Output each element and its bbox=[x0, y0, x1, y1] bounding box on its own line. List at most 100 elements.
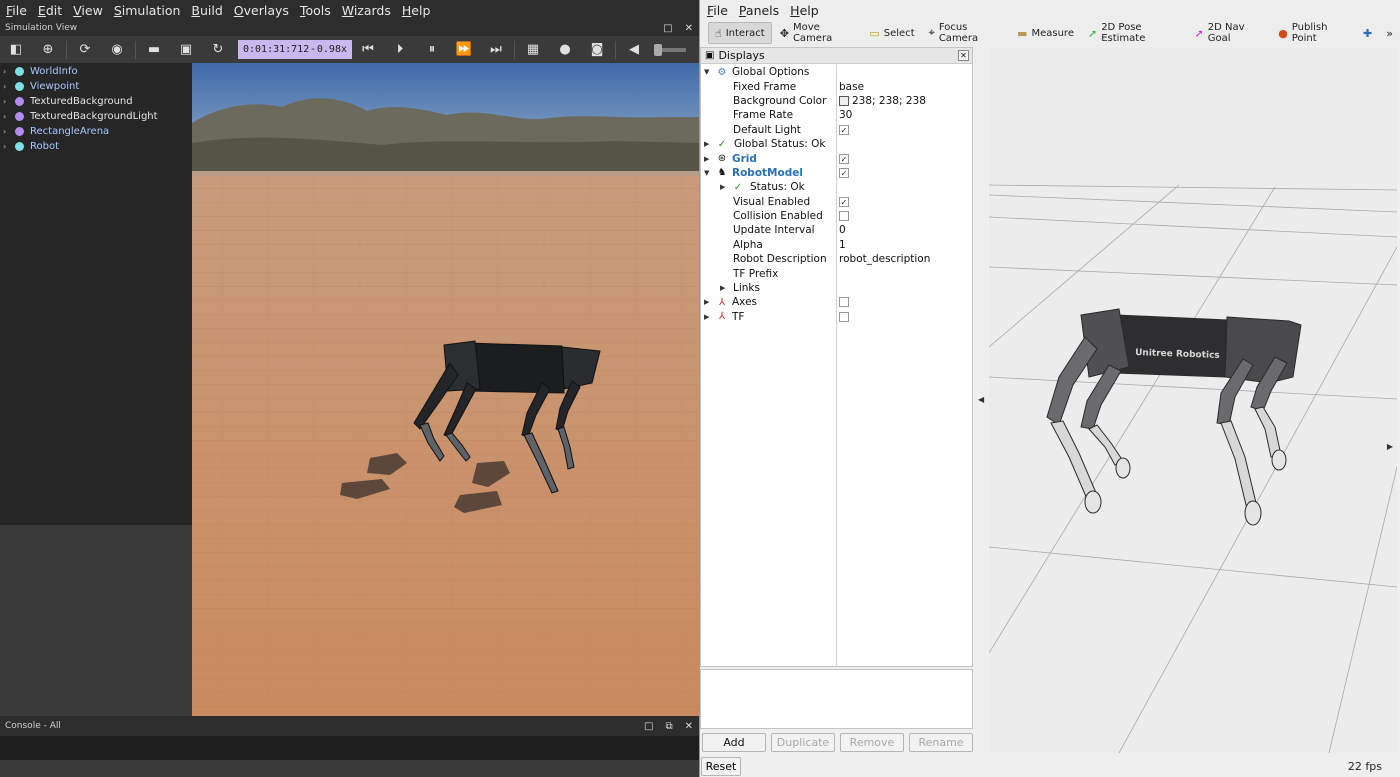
add-node-icon[interactable]: ⊕ bbox=[32, 36, 64, 63]
fixed-frame-value[interactable]: base bbox=[839, 81, 864, 93]
float-icon[interactable]: □ bbox=[663, 23, 672, 34]
row-update-interval[interactable]: Update Interval 0 bbox=[701, 223, 972, 237]
volume-slider[interactable] bbox=[654, 43, 686, 56]
tree-item-viewpoint[interactable]: › Viewpoint bbox=[0, 79, 192, 94]
axes-checkbox[interactable] bbox=[839, 297, 849, 308]
expand-arrow-icon[interactable]: ▶ bbox=[704, 155, 714, 163]
tool-focus-camera[interactable]: ⌖ Focus Camera bbox=[923, 22, 1009, 44]
frame-rate-value[interactable]: 30 bbox=[839, 109, 852, 121]
expand-arrow-icon[interactable]: › bbox=[3, 82, 15, 91]
menu-wizards[interactable]: Wizards bbox=[336, 3, 396, 18]
row-default-light[interactable]: Default Light ✓ bbox=[701, 123, 972, 137]
pause-icon[interactable]: ⏸ bbox=[416, 36, 448, 63]
tree-item-robot[interactable]: › Robot bbox=[0, 139, 192, 154]
row-grid[interactable]: ▶ ⊛ Grid ✓ bbox=[701, 151, 972, 165]
collapse-arrow-icon[interactable]: ▼ bbox=[704, 169, 714, 177]
update-interval-value[interactable]: 0 bbox=[839, 224, 846, 236]
expand-arrow-icon[interactable]: › bbox=[3, 127, 15, 136]
open-folder-icon[interactable]: ▬ bbox=[138, 36, 170, 63]
background-color-value[interactable]: 238; 238; 238 bbox=[839, 95, 926, 107]
tool-2d-pose-estimate[interactable]: ➚ 2D Pose Estimate bbox=[1082, 22, 1187, 44]
expand-arrow-icon[interactable]: ▶ bbox=[704, 140, 714, 148]
fastest-icon[interactable]: ⏭ bbox=[480, 36, 512, 63]
expand-arrow-icon[interactable]: › bbox=[3, 67, 15, 76]
row-visual-enabled[interactable]: Visual Enabled ✓ bbox=[701, 195, 972, 209]
close-icon[interactable]: ✕ bbox=[685, 23, 693, 34]
default-light-checkbox[interactable]: ✓ bbox=[839, 124, 849, 135]
duplicate-button[interactable]: Duplicate bbox=[771, 733, 835, 752]
save-icon[interactable]: ▣ bbox=[170, 36, 202, 63]
row-background-color[interactable]: Background Color 238; 238; 238 bbox=[701, 94, 972, 108]
panel-splitter[interactable]: ◀ bbox=[974, 47, 989, 753]
reset-button[interactable]: Reset bbox=[701, 757, 741, 776]
row-alpha[interactable]: Alpha 1 bbox=[701, 238, 972, 252]
collapse-right-icon[interactable]: ▶ bbox=[1387, 442, 1393, 451]
menu-tools[interactable]: Tools bbox=[294, 3, 336, 18]
menu-overlays[interactable]: Overlays bbox=[228, 3, 294, 18]
expand-arrow-icon[interactable]: ▶ bbox=[720, 183, 730, 191]
menu-file[interactable]: File bbox=[0, 3, 32, 18]
color-swatch[interactable] bbox=[839, 95, 849, 106]
row-links[interactable]: ▶ Links bbox=[701, 281, 972, 295]
close-icon[interactable]: ✕ bbox=[685, 721, 693, 732]
tf-checkbox[interactable] bbox=[839, 311, 849, 322]
robot-description-value[interactable]: robot_description bbox=[839, 253, 930, 265]
expand-arrow-icon[interactable]: › bbox=[3, 112, 15, 121]
webots-3d-view[interactable] bbox=[192, 63, 699, 716]
close-icon[interactable]: ✕ bbox=[958, 50, 969, 61]
volume-icon[interactable]: ◀ bbox=[618, 36, 650, 63]
row-fixed-frame[interactable]: Fixed Frame base bbox=[701, 79, 972, 93]
record-icon[interactable]: ● bbox=[549, 36, 581, 63]
toggle-scene-tree-icon[interactable]: ◧ bbox=[0, 36, 32, 63]
collapse-left-icon[interactable]: ◀ bbox=[978, 395, 984, 404]
rename-button[interactable]: Rename bbox=[909, 733, 973, 752]
menu-view[interactable]: View bbox=[67, 3, 108, 18]
visual-enabled-checkbox[interactable]: ✓ bbox=[839, 196, 849, 207]
robot-model-checkbox[interactable]: ✓ bbox=[839, 167, 849, 178]
reload-icon[interactable]: ↻ bbox=[202, 36, 234, 63]
grid-checkbox[interactable]: ✓ bbox=[839, 153, 849, 164]
alpha-value[interactable]: 1 bbox=[839, 239, 846, 251]
tree-item-texturedbackgroundlight[interactable]: › TexturedBackgroundLight bbox=[0, 109, 192, 124]
expand-arrow-icon[interactable]: ▶ bbox=[720, 284, 730, 292]
row-collision-enabled[interactable]: Collision Enabled bbox=[701, 209, 972, 223]
tree-item-texturedbackground[interactable]: › TexturedBackground bbox=[0, 94, 192, 109]
expand-arrow-icon[interactable]: ▶ bbox=[704, 313, 714, 321]
row-global-status[interactable]: ▶ ✓ Global Status: Ok bbox=[701, 137, 972, 151]
collapse-arrow-icon[interactable]: ▼ bbox=[704, 68, 714, 76]
expand-arrow-icon[interactable]: › bbox=[3, 97, 15, 106]
collision-enabled-checkbox[interactable] bbox=[839, 211, 849, 222]
minimize-icon[interactable]: □ bbox=[644, 721, 653, 732]
row-robot-model[interactable]: ▼ ♞ RobotModel ✓ bbox=[701, 166, 972, 180]
expand-arrow-icon[interactable]: ▶ bbox=[704, 298, 714, 306]
tool-measure[interactable]: ▬ Measure bbox=[1011, 22, 1080, 44]
more-tools-button[interactable]: » bbox=[1380, 22, 1399, 44]
movie-icon[interactable]: ▦ bbox=[517, 36, 549, 63]
row-tf[interactable]: ▶ ⅄ TF bbox=[701, 310, 972, 324]
add-tool-button[interactable]: ✚ bbox=[1357, 22, 1378, 44]
rviz-3d-view[interactable]: Unitree Robotics ▶ bbox=[989, 47, 1397, 753]
expand-arrow-icon[interactable]: › bbox=[3, 142, 15, 151]
screenshot-icon[interactable]: ◙ bbox=[581, 36, 613, 63]
row-global-options[interactable]: ▼ ⚙ Global Options bbox=[701, 65, 972, 79]
tool-move-camera[interactable]: ✥ Move Camera bbox=[774, 22, 862, 44]
row-frame-rate[interactable]: Frame Rate 30 bbox=[701, 108, 972, 122]
eye-icon[interactable]: ◉ bbox=[101, 36, 133, 63]
reset-viewpoint-icon[interactable]: ⟳ bbox=[69, 36, 101, 63]
menu-help[interactable]: Help bbox=[783, 3, 823, 18]
row-status[interactable]: ▶ ✓ Status: Ok bbox=[701, 180, 972, 194]
console-output[interactable] bbox=[0, 736, 699, 760]
tree-item-rectanglearena[interactable]: › RectangleArena bbox=[0, 124, 192, 139]
menu-simulation[interactable]: Simulation bbox=[108, 3, 186, 18]
tool-select[interactable]: ▭ Select bbox=[863, 22, 920, 44]
row-axes[interactable]: ▶ ⅄ Axes bbox=[701, 295, 972, 309]
menu-panels[interactable]: Panels bbox=[732, 3, 783, 18]
menu-help[interactable]: Help bbox=[396, 3, 436, 18]
tool-publish-point[interactable]: ● Publish Point bbox=[1272, 22, 1355, 44]
row-tf-prefix[interactable]: TF Prefix bbox=[701, 266, 972, 280]
tool-interact[interactable]: ☝ Interact bbox=[708, 22, 772, 44]
step-icon[interactable]: ⏵ bbox=[384, 36, 416, 63]
tree-item-worldinfo[interactable]: › WorldInfo bbox=[0, 64, 192, 79]
step-back-icon[interactable]: ⏮ bbox=[352, 36, 384, 63]
fast-forward-icon[interactable]: ⏩ bbox=[448, 36, 480, 63]
